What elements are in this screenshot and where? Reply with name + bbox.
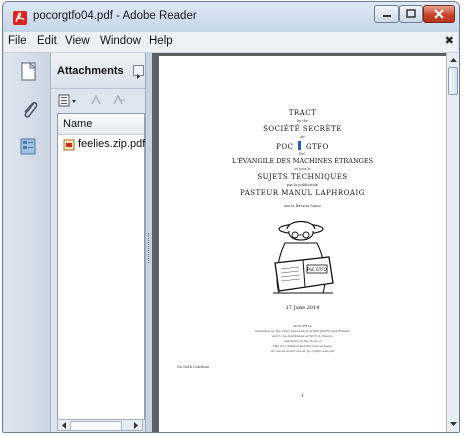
navigation-pane-strip bbox=[4, 53, 51, 432]
attachments-list: Name feelies.zip.pdf bbox=[57, 113, 145, 420]
scroll-up-icon[interactable] bbox=[449, 56, 457, 64]
doc-line-poc-small: PoC bbox=[299, 152, 306, 156]
doc-publish-3: beginning at the close of bbox=[283, 339, 322, 343]
pdf-file-icon bbox=[63, 139, 75, 151]
pdf-page: TRACT by the SOCIÉTÉ SECRÈTE de POC GTFO… bbox=[159, 56, 446, 432]
doc-place: MONTRÉAL bbox=[293, 324, 312, 328]
menu-bar: File Edit View Window Help ✖ bbox=[4, 32, 458, 53]
application-window: pocorgtfo04.pdf - Adobe Reader File Edit… bbox=[2, 1, 460, 433]
doc-page-number: 1 bbox=[301, 393, 304, 398]
attachments-panel-header: Attachments bbox=[51, 53, 145, 89]
page-thumbnails-icon[interactable] bbox=[19, 61, 39, 83]
doc-line-aux: aux la Bavaria Sauce bbox=[283, 204, 322, 208]
name-column-header[interactable]: Name bbox=[58, 114, 144, 135]
menu-window[interactable]: Window bbox=[100, 35, 141, 47]
doc-line-par-la: par la publication bbox=[286, 183, 319, 187]
maximize-button[interactable] bbox=[399, 5, 423, 23]
menu-view[interactable]: View bbox=[65, 35, 90, 47]
attachments-paperclip-icon[interactable] bbox=[19, 99, 41, 121]
panel-options-icon bbox=[137, 74, 140, 79]
scroll-left-icon[interactable] bbox=[60, 421, 68, 429]
doc-line-pocgtfo: POC GTFO bbox=[159, 141, 446, 151]
horizontal-scrollbar[interactable] bbox=[57, 419, 143, 431]
doc-gtfo: GTFO bbox=[305, 143, 329, 151]
attachments-toolbar bbox=[51, 89, 145, 113]
save-attachment-icon[interactable] bbox=[89, 93, 103, 107]
doc-line-societe: SOCIÉTÉ SECRÈTE bbox=[263, 125, 342, 133]
menu-help[interactable]: Help bbox=[149, 35, 173, 47]
close-icon bbox=[434, 9, 444, 19]
doc-publish-2: and to be distributed at WCT in Oregon bbox=[272, 334, 333, 338]
document-view[interactable]: TRACT by the SOCIÉTÉ SECRÈTE de POC GTFO… bbox=[152, 53, 446, 432]
maximize-icon bbox=[406, 9, 416, 18]
doc-date: 17 June 2014 bbox=[285, 305, 320, 311]
list-item[interactable]: feelies.zip.pdf bbox=[58, 136, 146, 154]
menu-file[interactable]: File bbox=[8, 35, 27, 47]
doc-line-by: by the bbox=[296, 119, 309, 123]
name-column-label: Name bbox=[63, 118, 93, 130]
title-bar[interactable]: pocorgtfo04.pdf - Adobe Reader bbox=[3, 2, 459, 32]
doc-poc: POC bbox=[276, 143, 294, 151]
doc-line-pasteur: PASTEUR MANUL LAPHROAIG bbox=[240, 189, 365, 197]
minimize-button[interactable] bbox=[374, 5, 399, 23]
attachments-panel: Attachments Name feelies.zip.pdf bbox=[51, 53, 146, 432]
add-attachment-icon[interactable] bbox=[111, 93, 127, 107]
horizontal-scroll-thumb[interactable] bbox=[70, 421, 122, 431]
window-title: pocorgtfo04.pdf - Adobe Reader bbox=[33, 10, 197, 22]
menu-edit[interactable]: Edit bbox=[37, 35, 57, 47]
attachments-panel-title: Attachments bbox=[57, 65, 124, 77]
attachment-file-name: feelies.zip.pdf bbox=[78, 138, 146, 150]
doc-publish-4: Hax for Children and the Cancer Gang bbox=[273, 344, 332, 348]
close-button[interactable] bbox=[423, 5, 455, 23]
options-menu-icon[interactable] bbox=[58, 94, 80, 108]
doc-line-et-tout: et tout le bbox=[294, 167, 311, 171]
book-label: PoC GTFO bbox=[307, 267, 327, 272]
document-close-icon[interactable]: ✖ bbox=[445, 34, 454, 47]
scroll-down-icon[interactable] bbox=[449, 420, 457, 428]
doc-side-note: No Doth Construe bbox=[177, 365, 210, 369]
doc-line-evangile: L'ÉVANGILE DES MACHINES ÉTRANGES bbox=[231, 157, 374, 165]
vertical-scroll-thumb[interactable] bbox=[448, 67, 458, 95]
layers-icon[interactable] bbox=[19, 137, 39, 157]
doc-line-de: de bbox=[300, 135, 305, 139]
panel-options-button[interactable] bbox=[133, 65, 144, 79]
scroll-right-icon[interactable] bbox=[132, 421, 140, 429]
doc-publish-1: Published by the Tract Association of PO… bbox=[255, 329, 350, 333]
doc-publish-5: Or can be found one at pocorgtfo-web.pdf bbox=[270, 349, 335, 353]
vertical-scrollbar[interactable] bbox=[446, 53, 459, 432]
adobe-reader-icon bbox=[13, 11, 27, 25]
pastor-reading-illustration: PoC GTFO bbox=[273, 220, 334, 294]
doc-line-sujets: SUJETS TECHNIQUES bbox=[257, 173, 348, 181]
doc-line-tract: TRACT bbox=[288, 109, 317, 117]
minimize-icon bbox=[382, 15, 391, 17]
